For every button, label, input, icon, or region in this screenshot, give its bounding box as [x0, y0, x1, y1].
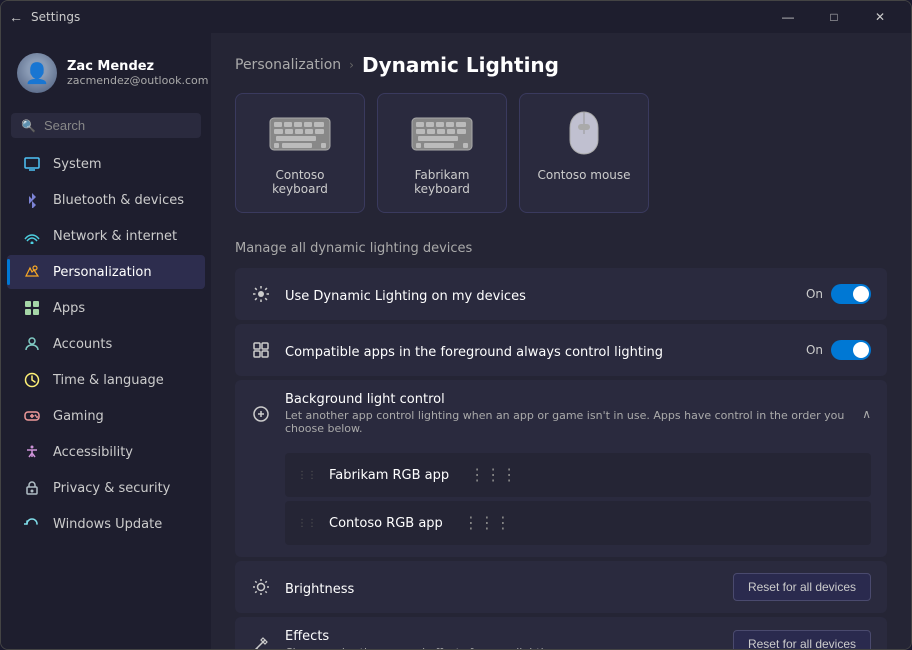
- minimize-button[interactable]: —: [765, 1, 811, 33]
- contoso-options-button[interactable]: ⋮⋮⋮: [455, 509, 519, 537]
- time-icon: [23, 371, 41, 389]
- settings-item-use-dynamic-lighting: Use Dynamic Lighting on my devices On: [235, 268, 887, 320]
- sidebar-label-personalization: Personalization: [53, 265, 152, 280]
- use-dynamic-lighting-label: Use Dynamic Lighting on my devices: [285, 289, 526, 304]
- search-icon: 🔍: [21, 119, 36, 133]
- sidebar-label-network: Network & internet: [53, 229, 177, 244]
- effects-reset-button[interactable]: Reset for all devices: [733, 630, 871, 649]
- avatar: 👤: [17, 53, 57, 93]
- gaming-icon: [23, 407, 41, 425]
- effects-desc: Choose color themes and effects for your…: [285, 646, 719, 649]
- use-dynamic-lighting-toggle-label: On: [806, 287, 823, 301]
- breadcrumb-arrow: ›: [349, 58, 354, 72]
- page-title: Dynamic Lighting: [362, 53, 559, 77]
- settings-window: ← Settings — □ ✕ 👤 Zac Mendez zacmendez@…: [0, 0, 912, 650]
- sidebar-item-time[interactable]: Time & language: [7, 363, 205, 397]
- settings-item-background-light: Background light control Let another app…: [235, 380, 887, 557]
- compatible-apps-icon: [251, 340, 271, 360]
- background-light-icon: [251, 404, 271, 424]
- background-light-label: Background light control: [285, 392, 848, 407]
- personalization-icon: [23, 263, 41, 281]
- sidebar-item-system[interactable]: System: [7, 147, 205, 181]
- keyboard2-icon: [410, 110, 474, 158]
- user-email: zacmendez@outlook.com: [67, 74, 208, 87]
- sidebar-label-system: System: [53, 157, 101, 172]
- search-input[interactable]: [44, 118, 211, 133]
- section-title: Manage all dynamic lighting devices: [211, 233, 911, 268]
- network-icon: [23, 227, 41, 245]
- device-card-fabrikam-keyboard[interactable]: Fabrikam keyboard: [377, 93, 507, 213]
- sidebar-item-apps[interactable]: Apps: [7, 291, 205, 325]
- maximize-button[interactable]: □: [811, 1, 857, 33]
- privacy-icon: [23, 479, 41, 497]
- content-area: Personalization › Dynamic Lighting: [211, 33, 911, 649]
- update-icon: [23, 515, 41, 533]
- compatible-apps-toggle[interactable]: [831, 340, 871, 360]
- collapse-button[interactable]: ∧: [862, 407, 871, 421]
- device-card-contoso-keyboard[interactable]: Contoso keyboard: [235, 93, 365, 213]
- app-name-fabrikam: Fabrikam RGB app: [329, 468, 449, 483]
- effects-icon: [251, 634, 271, 649]
- close-button[interactable]: ✕: [857, 1, 903, 33]
- app-order-item-fabrikam: ⋮⋮ Fabrikam RGB app ⋮⋮⋮: [285, 453, 871, 497]
- main-content: 👤 Zac Mendez zacmendez@outlook.com 🔍: [1, 33, 911, 649]
- drag-handle-contoso[interactable]: ⋮⋮: [297, 518, 317, 529]
- apps-icon: [23, 299, 41, 317]
- device-name-contoso-mouse: Contoso mouse: [537, 168, 630, 182]
- compatible-apps-toggle-label: On: [806, 343, 823, 357]
- sidebar-label-accounts: Accounts: [53, 337, 112, 352]
- user-name: Zac Mendez: [67, 59, 208, 74]
- sidebar-item-network[interactable]: Network & internet: [7, 219, 205, 253]
- sidebar: 👤 Zac Mendez zacmendez@outlook.com 🔍: [1, 33, 211, 649]
- background-light-desc: Let another app control lighting when an…: [285, 409, 848, 435]
- settings-item-compatible-apps: Compatible apps in the foreground always…: [235, 324, 887, 376]
- device-cards: Contoso keyboard: [211, 93, 911, 233]
- breadcrumb-parent[interactable]: Personalization: [235, 57, 341, 73]
- title-bar-title: Settings: [31, 10, 80, 24]
- brightness-label: Brightness: [285, 582, 354, 597]
- system-icon: [23, 155, 41, 173]
- app-order-list: ⋮⋮ Fabrikam RGB app ⋮⋮⋮ ⋮⋮ Contoso RGB a…: [251, 453, 871, 545]
- sidebar-item-gaming[interactable]: Gaming: [7, 399, 205, 433]
- settings-item-brightness: Brightness Reset for all devices: [235, 561, 887, 613]
- title-bar: ← Settings — □ ✕: [1, 1, 911, 33]
- accounts-icon: [23, 335, 41, 353]
- user-profile[interactable]: 👤 Zac Mendez zacmendez@outlook.com: [1, 41, 211, 105]
- sidebar-label-time: Time & language: [53, 373, 164, 388]
- mouse-icon: [552, 110, 616, 158]
- sidebar-item-bluetooth[interactable]: Bluetooth & devices: [7, 183, 205, 217]
- device-name-fabrikam-keyboard: Fabrikam keyboard: [394, 168, 490, 196]
- fabrikam-options-button[interactable]: ⋮⋮⋮: [461, 461, 525, 489]
- drag-handle-fabrikam[interactable]: ⋮⋮: [297, 470, 317, 481]
- dynamic-lighting-icon: [251, 284, 271, 304]
- search-box[interactable]: 🔍: [11, 113, 201, 138]
- sidebar-label-update: Windows Update: [53, 517, 162, 532]
- sidebar-item-update[interactable]: Windows Update: [7, 507, 205, 541]
- sidebar-label-accessibility: Accessibility: [53, 445, 133, 460]
- breadcrumb: Personalization › Dynamic Lighting: [211, 33, 911, 93]
- compatible-apps-label: Compatible apps in the foreground always…: [285, 345, 663, 360]
- app-name-contoso: Contoso RGB app: [329, 516, 443, 531]
- sidebar-label-privacy: Privacy & security: [53, 481, 170, 496]
- keyboard-icon: [268, 110, 332, 158]
- sidebar-item-privacy[interactable]: Privacy & security: [7, 471, 205, 505]
- bluetooth-icon: [23, 191, 41, 209]
- sidebar-label-gaming: Gaming: [53, 409, 104, 424]
- device-card-contoso-mouse[interactable]: Contoso mouse: [519, 93, 649, 213]
- brightness-reset-button[interactable]: Reset for all devices: [733, 573, 871, 601]
- back-button[interactable]: ←: [9, 9, 23, 25]
- device-name-contoso-keyboard: Contoso keyboard: [252, 168, 348, 196]
- settings-item-effects: Effects Choose color themes and effects …: [235, 617, 887, 649]
- settings-list: Use Dynamic Lighting on my devices On: [211, 268, 911, 649]
- sidebar-label-bluetooth: Bluetooth & devices: [53, 193, 184, 208]
- app-order-item-contoso: ⋮⋮ Contoso RGB app ⋮⋮⋮: [285, 501, 871, 545]
- sidebar-item-accessibility[interactable]: Accessibility: [7, 435, 205, 469]
- brightness-icon: [251, 577, 271, 597]
- accessibility-icon: [23, 443, 41, 461]
- sidebar-label-apps: Apps: [53, 301, 85, 316]
- sidebar-item-personalization[interactable]: Personalization: [7, 255, 205, 289]
- sidebar-item-accounts[interactable]: Accounts: [7, 327, 205, 361]
- effects-label: Effects: [285, 629, 719, 644]
- use-dynamic-lighting-toggle[interactable]: [831, 284, 871, 304]
